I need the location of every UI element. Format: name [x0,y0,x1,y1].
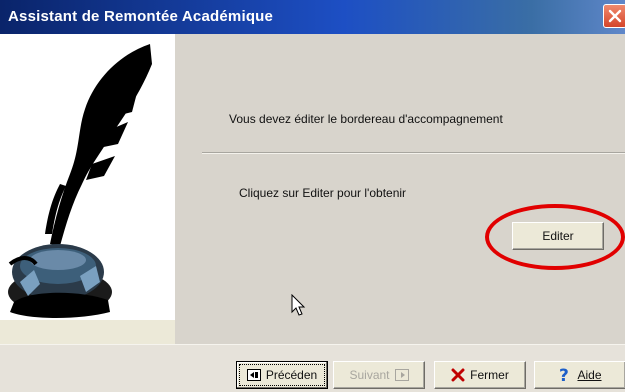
previous-button[interactable]: Précéden [236,361,328,389]
wizard-illustration-panel [0,34,175,320]
click-instruction: Cliquez sur Editer pour l'obtenir [239,186,407,200]
close-icon [608,9,622,23]
edit-button-label: Editer [542,229,574,243]
quill-inkwell-illustration [8,44,152,318]
red-x-icon [451,368,465,382]
button-bar: Précéden Suivant Fermer ? Aide [0,344,625,392]
help-question-icon: ? [559,367,569,383]
help-label: Aide [577,368,602,382]
next-label: Suivant [349,368,390,382]
help-button[interactable]: ? Aide [534,361,625,389]
previous-label: Précéden [265,368,318,382]
next-button[interactable]: Suivant [333,361,425,389]
title-bar: Assistant de Remontée Académique [0,0,625,34]
edit-message: Vous devez éditer le bordereau d'accompa… [229,112,503,126]
close-button[interactable]: Fermer [434,361,526,389]
close-label: Fermer [470,368,509,382]
close-window-button[interactable] [603,4,625,28]
window-title: Assistant de Remontée Académique [8,8,274,25]
wizard-content: Vous devez éditer le bordereau d'accompa… [175,34,625,344]
prev-icon [246,369,261,381]
mouse-cursor [291,294,306,316]
next-icon [394,369,409,381]
svg-text:?: ? [559,367,569,383]
separator [202,152,625,154]
dialog-client: Vous devez éditer le bordereau d'accompa… [0,34,625,392]
edit-button[interactable]: Editer [512,222,604,250]
